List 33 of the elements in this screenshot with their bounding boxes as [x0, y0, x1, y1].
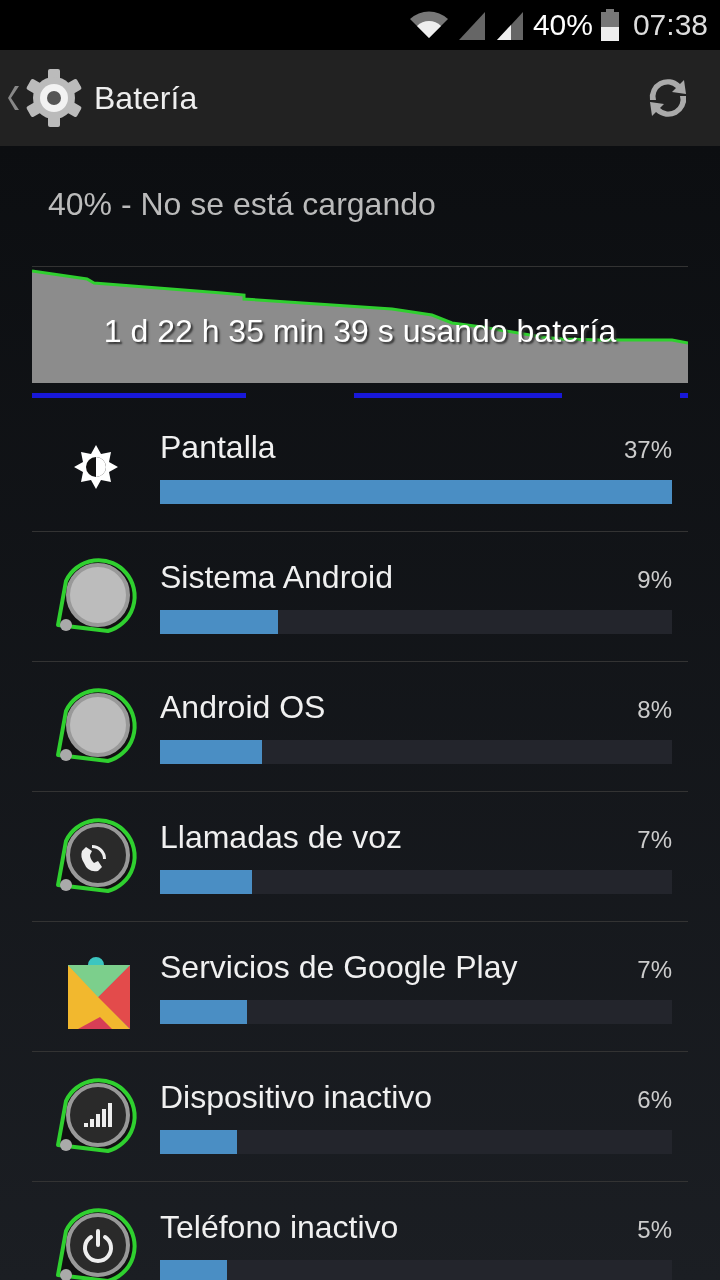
usage-percentage: 6%	[637, 1086, 672, 1114]
app-name: Android OS	[160, 689, 326, 726]
app-name: Servicios de Google Play	[160, 949, 518, 986]
app-name: Teléfono inactivo	[160, 1209, 399, 1246]
battery-usage-item[interactable]: Android OS 8%	[32, 662, 688, 792]
battery-usage-item[interactable]: Sistema Android 9%	[32, 532, 688, 662]
gear-icon	[24, 68, 84, 128]
usage-percentage: 7%	[637, 956, 672, 984]
battery-usage-item[interactable]: Pantalla 37%	[32, 402, 688, 532]
battery-usage-item[interactable]: Teléfono inactivo 5%	[32, 1182, 688, 1280]
back-caret-icon	[8, 85, 20, 111]
app-name: Pantalla	[160, 429, 276, 466]
battery-status-text: 40% - No se está cargando	[47, 185, 437, 224]
usage-percentage: 7%	[637, 826, 672, 854]
usage-percentage: 8%	[637, 696, 672, 724]
battery-icon	[600, 9, 619, 41]
brightness-icon	[73, 443, 119, 490]
battery-percentage: 40%	[532, 8, 593, 42]
wifi-icon	[408, 11, 449, 39]
signal-icon	[456, 10, 487, 40]
back-button[interactable]	[8, 68, 84, 128]
usage-percentage: 5%	[637, 1216, 672, 1244]
screen-title: Batería	[94, 79, 199, 117]
usage-percentage: 37%	[623, 436, 672, 464]
app-name: Dispositivo inactivo	[160, 1079, 433, 1116]
battery-usage-item[interactable]: Llamadas de voz 7%	[32, 792, 688, 922]
signal-icon	[494, 10, 525, 40]
clock-time: 07:38	[632, 8, 708, 42]
battery-usage-item[interactable]: Servicios de Google Play 7%	[32, 922, 688, 1052]
app-name: Llamadas de voz	[160, 819, 402, 856]
battery-usage-item[interactable]: Dispositivo inactivo 6%	[32, 1052, 688, 1182]
usage-percentage: 9%	[637, 566, 672, 594]
app-name: Sistema Android	[160, 559, 393, 596]
